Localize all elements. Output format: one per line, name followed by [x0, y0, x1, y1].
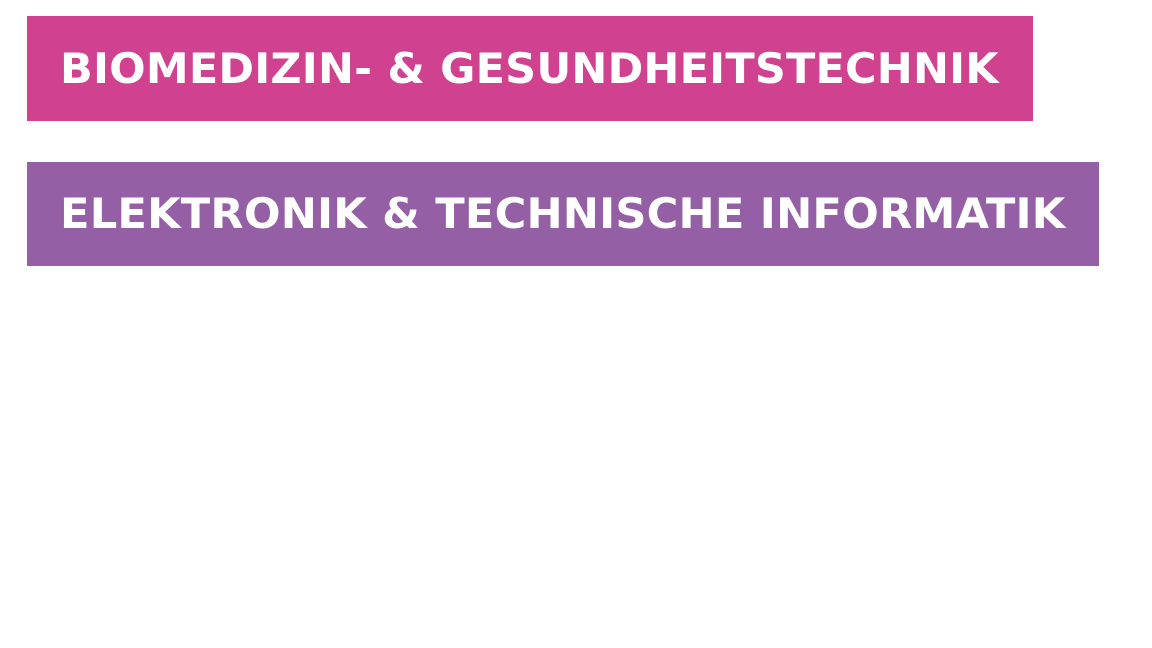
elektronik-technische-informatik-banner: ELEKTRONIK & TECHNISCHE INFORMATIK: [27, 162, 1099, 266]
biomedizin-gesundheitstechnik-banner: BIOMEDIZIN- & GESUNDHEITSTECHNIK: [27, 16, 1033, 121]
elektronik-technische-informatik-label: ELEKTRONIK & TECHNISCHE INFORMATIK: [60, 189, 1066, 238]
biomedizin-gesundheitstechnik-label: BIOMEDIZIN- & GESUNDHEITSTECHNIK: [60, 43, 999, 93]
